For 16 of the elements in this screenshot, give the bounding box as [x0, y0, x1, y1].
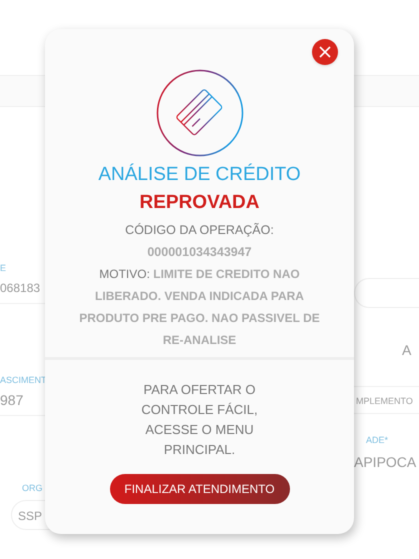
- operation-code: 000001034343947: [147, 244, 252, 261]
- field-value: APIPOCA: [354, 453, 418, 472]
- credit-card-icon: [156, 69, 244, 157]
- field-label: ORG: [22, 482, 44, 494]
- close-icon: [319, 46, 331, 58]
- field-value: A: [401, 341, 412, 360]
- finish-button[interactable]: FINALIZAR ATENDIMENTO: [110, 474, 290, 504]
- status-text: REPROVADA: [140, 191, 260, 215]
- dialog-title: ANÁLISE DE CRÉDITO: [98, 162, 301, 187]
- code-label: CÓDIGO DA OPERAÇÃO:: [125, 222, 274, 239]
- field-label: ADE*: [366, 434, 390, 446]
- field-label: ASCIMENT: [0, 374, 45, 386]
- field-label: E: [0, 262, 8, 274]
- reason-text: MOTIVO: LIMITE DE CREDITO NAO LIBERADO. VENDA INDICADA PARA PRODUTO PRE PAGO. NAO PASSIVEL DE RE-ANALISE: [78, 266, 321, 349]
- offer-message: PARA OFERTAR O CONTROLE FÁCIL, ACESSE O MENU PRINCIPAL.: [140, 381, 259, 459]
- close-button[interactable]: [312, 39, 338, 65]
